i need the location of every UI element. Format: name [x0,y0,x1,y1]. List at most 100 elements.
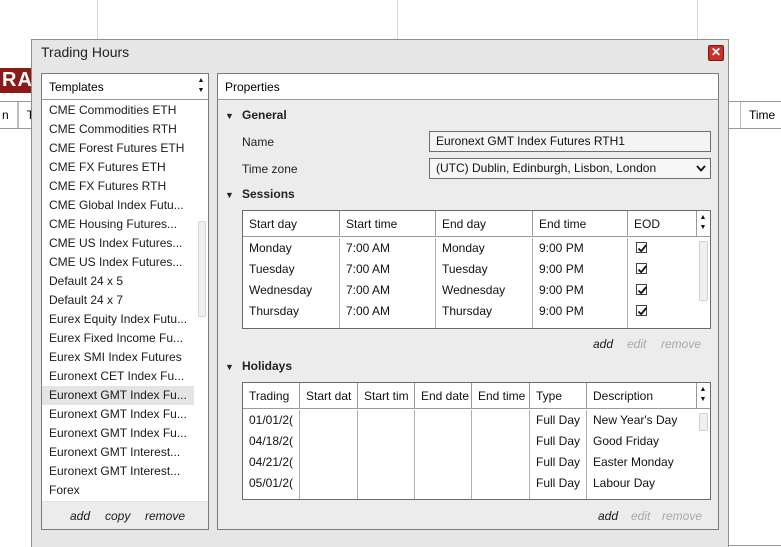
template-list-item[interactable]: CME FX Futures ETH [42,158,194,177]
session-cell: 7:00 AM [346,241,391,255]
template-list-item[interactable]: CME Commodities RTH [42,120,194,139]
session-cell: 9:00 PM [539,283,584,297]
template-list-item[interactable]: Default 24 x 5 [42,272,194,291]
holidays-column-header[interactable]: Trading [243,383,300,409]
add-holiday-button[interactable]: add [598,509,618,523]
sort-arrows-icon[interactable]: ▲ ▼ [698,385,708,407]
holiday-cell: Full Day [536,476,581,490]
template-list-item[interactable]: Euronext GMT Index Fu... [42,405,194,424]
sessions-section-heading[interactable]: Sessions [242,187,295,201]
dialog-titlebar[interactable]: Trading Hours ✕ [32,40,728,65]
sessions-column-header[interactable]: End day [436,211,533,237]
trading-hours-dialog: Trading Hours ✕ Templates ▲ ▼ CME Commodi… [31,39,729,547]
template-list-item[interactable]: CME Commodities ETH [42,101,194,120]
templates-scrollbar-thumb[interactable] [198,221,206,317]
holiday-row[interactable]: 04/18/2(Full Day Good Friday [243,431,695,452]
holidays-table: Trading Start dat Start tim End date End tim… [242,382,711,500]
holiday-cell: Full Day [536,413,581,427]
template-list-item[interactable]: Eurex Equity Index Futu... [42,310,194,329]
session-cell: 7:00 AM [346,304,391,318]
add-session-button[interactable]: add [593,337,613,351]
sessions-column-header[interactable]: Start time [340,211,436,237]
background-column-label: n [2,108,9,122]
template-list-item[interactable]: Euronext GMT Index Fu... [42,386,194,405]
holidays-column-header[interactable]: Start dat [300,383,358,409]
collapse-holidays-icon[interactable]: ▼ [225,362,234,372]
name-field[interactable]: Euronext GMT Index Futures RTH1 [429,131,711,152]
check-icon [637,307,647,316]
holiday-cell: Labour Day [593,476,656,490]
holidays-column-header[interactable]: End date [415,383,472,409]
properties-header: Properties [218,74,718,100]
holidays-section-heading[interactable]: Holidays [242,359,292,373]
properties-header-label: Properties [225,80,280,94]
sessions-scrollbar-thumb[interactable] [699,241,708,301]
sessions-column-header[interactable]: EOD [628,211,697,237]
template-list-item[interactable]: CME US Index Futures... [42,253,194,272]
holiday-row[interactable]: 05/01/2( Full Day Labour Day [243,473,695,494]
template-list-item[interactable]: CME Housing Futures... [42,215,194,234]
session-cell: Monday [442,241,485,255]
sessions-column-header[interactable]: Start day [243,211,340,237]
sort-arrows-icon[interactable]: ▲ ▼ [196,76,206,98]
add-template-button[interactable]: add [70,509,90,523]
session-cell: Monday [249,241,292,255]
holidays-column-header[interactable]: End time [472,383,530,409]
template-list-item[interactable]: Eurex SMI Index Futures [42,348,194,367]
template-list-item[interactable]: CME US Index Futures... [42,234,194,253]
holiday-row[interactable]: 04/21/2(Full Day Easter Monday [243,452,695,473]
copy-template-button[interactable]: copy [105,509,130,523]
eod-checkbox[interactable] [636,242,647,253]
session-cell: Wednesday [442,283,506,297]
session-row[interactable]: Tuesday 7:00 AM Tuesday 9:00 PM [243,259,695,280]
holidays-column-header[interactable]: Type [530,383,587,409]
name-label: Name [242,135,275,149]
templates-header[interactable]: Templates ▲ ▼ [42,74,208,100]
template-list-item[interactable]: Euronext GMT Interest... [42,462,194,481]
sort-arrows-icon[interactable]: ▲ ▼ [698,213,708,235]
template-list-item[interactable]: Euronext CET Index Fu... [42,367,194,386]
holiday-cell: 05/01/2( [249,476,294,490]
holiday-row[interactable]: 01/01/2(Full Day New Year's Day [243,410,695,431]
edit-holiday-button[interactable]: edit [631,509,650,523]
template-list-item[interactable]: CME Forest Futures ETH [42,139,194,158]
holidays-column-header[interactable]: Description [587,383,697,409]
background-column-label: Time [749,108,776,122]
templates-panel: Templates ▲ ▼ CME Commodities ETH CME Comm… [41,73,209,530]
holidays-scrollbar-thumb[interactable] [699,413,708,431]
session-row[interactable]: Monday 7:00 AM Monday 9:00 PM [243,238,695,259]
session-cell: Thursday [249,304,300,318]
template-list-item[interactable]: Eurex Fixed Income Fu... [42,329,194,348]
check-icon [637,244,647,253]
session-row[interactable]: Wednesday 7:00 AM Wednesday 9:00 PM [243,280,695,301]
timezone-select[interactable]: (UTC) Dublin, Edinburgh, Lisbon, London [429,158,711,179]
session-row[interactable]: Thursday 7:00 AM Thursday 9:00 PM [243,301,695,322]
holidays-column-header[interactable]: Start tim [358,383,415,409]
eod-checkbox[interactable] [636,284,647,295]
collapse-general-icon[interactable]: ▼ [225,111,234,121]
holiday-cell: New Year's Day [593,413,678,427]
timezone-selected-value: (UTC) Dublin, Edinburgh, Lisbon, London [436,161,657,175]
eod-checkbox[interactable] [636,305,647,316]
close-icon: ✕ [710,45,722,59]
collapse-sessions-icon[interactable]: ▼ [225,190,234,200]
session-cell: Tuesday [442,262,488,276]
eod-checkbox[interactable] [636,263,647,274]
remove-holiday-button[interactable]: remove [662,509,702,523]
general-section-heading[interactable]: General [242,108,287,122]
templates-footer: add copy remove [42,501,208,529]
remove-session-button[interactable]: remove [661,337,701,351]
template-list-item[interactable]: Euronext GMT Interest... [42,443,194,462]
close-button[interactable]: ✕ [708,45,724,61]
template-list-item[interactable]: CME Global Index Futu... [42,196,194,215]
template-list-item[interactable]: Euronext GMT Index Fu... [42,424,194,443]
edit-session-button[interactable]: edit [627,337,646,351]
template-list-item[interactable]: Forex [42,481,194,500]
template-list-item[interactable]: Default 24 x 7 [42,291,194,310]
template-list-item[interactable]: CME FX Futures RTH [42,177,194,196]
remove-template-button[interactable]: remove [145,509,185,523]
sessions-column-header[interactable]: End time [533,211,628,237]
holiday-cell: Good Friday [593,434,660,448]
session-cell: Tuesday [249,262,295,276]
session-cell: 9:00 PM [539,304,584,318]
